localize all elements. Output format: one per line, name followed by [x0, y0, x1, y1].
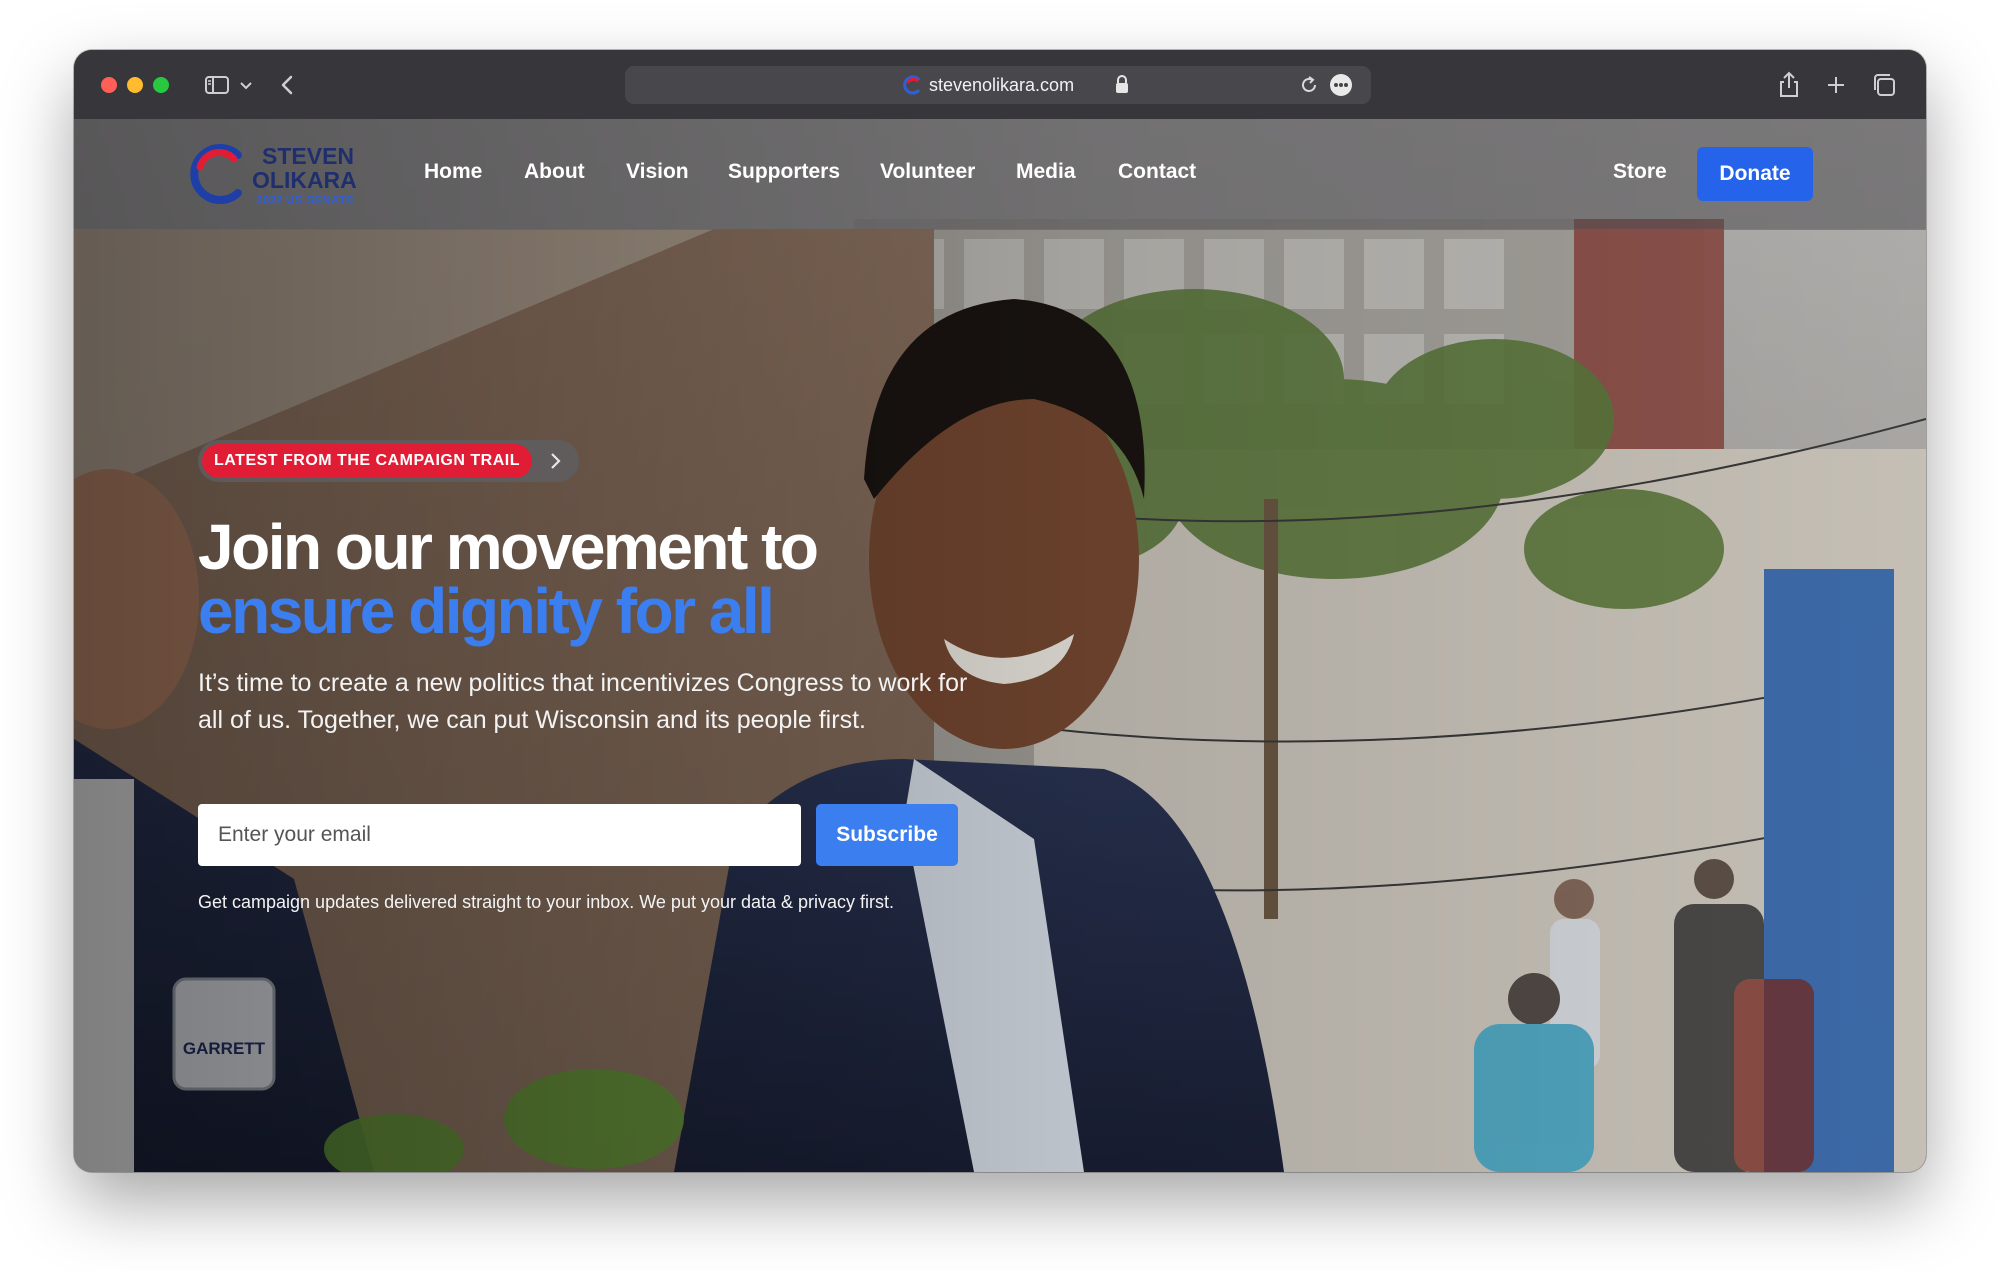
- nav-media[interactable]: Media: [1016, 159, 1076, 185]
- campaign-trail-badge[interactable]: LATEST FROM THE CAMPAIGN TRAIL: [198, 440, 579, 482]
- logo-line3: 2022 US SENATE: [256, 193, 354, 207]
- logo-line2: OLIKARA: [252, 167, 357, 193]
- nav-contact[interactable]: Contact: [1118, 159, 1196, 185]
- web-page: GARRETT STEVEN OLIKARA 2022 US SENATE: [74, 119, 1926, 1172]
- campaign-logo[interactable]: STEVEN OLIKARA 2022 US SENATE: [186, 141, 386, 207]
- hero-headline: Join our movement to ensure dignity for …: [198, 515, 998, 643]
- address-bar[interactable]: stevenolikara.com: [625, 66, 1371, 104]
- browser-window: stevenolikara.com STEVEN OLIKARA 2022 US…: [74, 50, 1926, 1172]
- share-icon[interactable]: [1774, 70, 1804, 100]
- nav-supporters[interactable]: Supporters: [728, 159, 840, 185]
- hero-subtext: It’s time to create a new politics that …: [198, 669, 968, 734]
- sidebar-icon[interactable]: [202, 70, 232, 100]
- nav-vision[interactable]: Vision: [626, 159, 689, 185]
- zoom-window-button[interactable]: [153, 77, 169, 93]
- chevron-right-icon: [551, 453, 561, 469]
- badge-label: LATEST FROM THE CAMPAIGN TRAIL: [202, 444, 532, 478]
- nav-volunteer[interactable]: Volunteer: [880, 159, 975, 185]
- chevron-down-icon[interactable]: [237, 70, 255, 100]
- minimize-window-button[interactable]: [127, 77, 143, 93]
- more-icon[interactable]: [1330, 74, 1352, 96]
- privacy-note: Get campaign updates delivered straight …: [198, 892, 895, 912]
- headline-line1: Join our movement to: [198, 511, 819, 583]
- url-text: stevenolikara.com: [929, 75, 1075, 95]
- nav-home[interactable]: Home: [424, 159, 482, 185]
- email-input[interactable]: [198, 804, 801, 866]
- site-favicon-icon: [903, 75, 921, 95]
- new-tab-icon[interactable]: [1821, 70, 1851, 100]
- headline-line2: ensure dignity for all: [198, 575, 775, 647]
- tab-overview-icon[interactable]: [1870, 70, 1900, 100]
- nav-store[interactable]: Store: [1613, 159, 1667, 185]
- site-navbar: STEVEN OLIKARA 2022 US SENATE Home About…: [74, 119, 1926, 230]
- close-window-button[interactable]: [101, 77, 117, 93]
- back-arrow-icon[interactable]: [273, 70, 303, 100]
- logo-line1: STEVEN: [262, 143, 354, 169]
- lock-icon: [1116, 75, 1128, 93]
- browser-toolbar: stevenolikara.com: [74, 50, 1926, 120]
- subscribe-button[interactable]: Subscribe: [816, 804, 958, 866]
- reload-icon[interactable]: [1298, 74, 1320, 96]
- donate-button[interactable]: Donate: [1697, 147, 1813, 201]
- nav-about[interactable]: About: [524, 159, 585, 185]
